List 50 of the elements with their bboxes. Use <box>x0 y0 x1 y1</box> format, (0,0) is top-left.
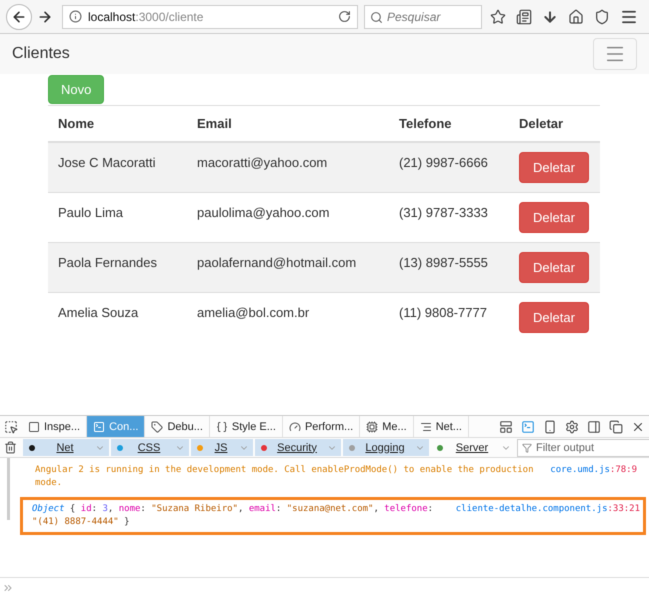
reload-icon[interactable] <box>338 10 351 23</box>
filter-button[interactable]: Security <box>255 439 341 456</box>
delete-button[interactable]: Deletar <box>519 252 589 282</box>
back-button[interactable] <box>6 4 32 30</box>
console-icon <box>93 420 106 432</box>
info-icon <box>69 10 82 23</box>
lines-icon <box>420 420 432 432</box>
delete-button[interactable]: Deletar <box>519 152 589 183</box>
address-bar[interactable]: localhost:3000/cliente <box>62 4 358 28</box>
devtools-tab[interactable]: Style E... <box>210 416 283 437</box>
filter-field[interactable]: Filter output <box>517 438 649 456</box>
devtools-tab[interactable]: Debu... <box>145 416 210 437</box>
braces-icon <box>216 420 228 432</box>
gauge-icon <box>288 420 301 432</box>
email-cell: macoratti@yahoo.com <box>197 155 328 170</box>
url-text: localhost:3000/cliente <box>88 10 204 24</box>
warning-message: Angular 2 is running in the development mode. Call enableProdMode() to enable the production mode. <box>35 464 534 490</box>
filter-button[interactable]: Net <box>23 439 109 456</box>
source-link[interactable]: core.umd.js:78:9 <box>550 464 637 490</box>
source-link[interactable]: cliente-detalhe.component.js:33:21 <box>456 503 640 529</box>
email-cell: paulolima@yahoo.com <box>197 204 330 220</box>
devtools-tab[interactable]: Net... <box>414 416 469 437</box>
filter-button[interactable]: JS <box>191 439 253 456</box>
phone-cell: (13) 8987-5555 <box>399 254 488 270</box>
filter-button[interactable]: Server <box>431 439 515 456</box>
delete-button[interactable]: Deletar <box>519 302 589 333</box>
email-cell: paolafernand@hotmail.com <box>197 254 356 270</box>
navbar-brand[interactable]: Clientes <box>12 45 70 63</box>
name-cell: Jose C Macoratti <box>58 155 156 170</box>
object-message: Object { id: 3, nome: "Suzana Ribeiro", email: "suzana@net.com", telefone: "(41) 8887-4444" } <box>32 503 434 529</box>
name-cell: Paulo Lima <box>58 204 124 220</box>
chip-icon <box>366 420 378 432</box>
phone-cell: (31) 9787-3333 <box>399 204 488 220</box>
devtools-tab[interactable]: Perform... <box>282 416 360 437</box>
email-cell: amelia@bol.com.br <box>197 304 310 320</box>
phone-cell: (11) 9808-7777 <box>399 304 487 320</box>
prompt-icon <box>2 582 14 594</box>
arrow-right-icon <box>37 8 53 24</box>
reader-icon[interactable] <box>514 6 534 26</box>
delete-button[interactable]: Deletar <box>519 202 589 232</box>
filter-button[interactable]: Logging <box>343 439 429 456</box>
name-cell: Paola Fernandes <box>58 254 158 270</box>
menu-button[interactable] <box>593 38 637 70</box>
devtools-tab[interactable]: Me... <box>360 416 414 437</box>
name-cell: Amelia Souza <box>58 304 138 320</box>
search-field[interactable]: Pesquisar <box>364 4 482 28</box>
tag-icon <box>151 420 164 432</box>
square-icon <box>28 420 40 432</box>
filter-button[interactable]: CSS <box>111 439 189 456</box>
phone-cell: (21) 9987-6666 <box>399 155 488 170</box>
